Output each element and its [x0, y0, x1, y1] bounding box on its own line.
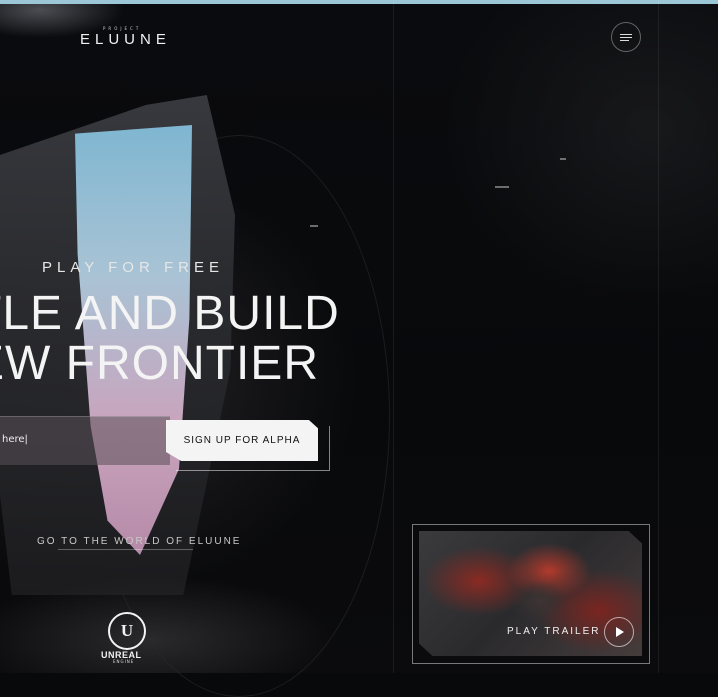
link-underline [58, 549, 193, 550]
headline-line-2: EW FRONTIER [0, 337, 319, 390]
world-of-eluune-link[interactable]: GO TO THE WORLD OF ELUUNE [37, 536, 241, 547]
grid-line [658, 0, 659, 673]
site-logo[interactable]: ELUUNE [80, 31, 171, 48]
menu-button[interactable] [611, 22, 641, 52]
play-trailer-button[interactable] [604, 617, 634, 647]
email-input-value: here| [2, 434, 28, 445]
hamburger-icon [620, 34, 632, 35]
particle [495, 186, 509, 188]
top-accent-bar [0, 0, 718, 4]
hamburger-icon [620, 40, 629, 41]
hero-eyebrow: PLAY FOR FREE [42, 259, 224, 276]
hero-headline: TLE AND BUILD EW FRONTIER [0, 289, 392, 389]
engine-subtitle: ENGINE [113, 659, 135, 664]
particle [310, 225, 318, 227]
signup-alpha-button[interactable]: SIGN UP FOR ALPHA [166, 420, 318, 461]
play-trailer-label[interactable]: PLAY TRAILER [507, 626, 600, 637]
hamburger-icon [620, 37, 632, 38]
unreal-logo-icon: U [108, 612, 146, 650]
email-input[interactable]: here| [0, 416, 170, 465]
play-icon [616, 627, 624, 637]
particle [560, 158, 566, 160]
headline-line-1: TLE AND BUILD [0, 287, 340, 340]
rubble-artwork [0, 560, 400, 673]
